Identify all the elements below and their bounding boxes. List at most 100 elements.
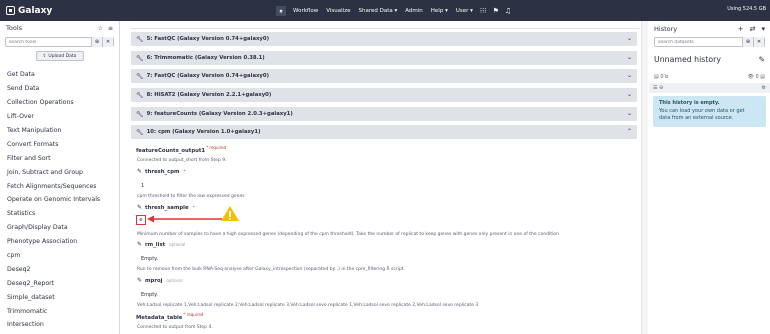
wrench-icon: 🔧︎ <box>136 110 144 118</box>
history-empty-message: This history is empty. You can load your… <box>653 96 766 127</box>
tool-section[interactable]: Trimmomatic <box>0 304 119 318</box>
tool-panel: Tools ☆ ≡ ⊕ ✕ ⇪ Upload Data Get Data Sen… <box>0 21 120 334</box>
tool-section[interactable]: Fetch Alignments/Sequences <box>0 179 119 193</box>
optional-tag: optional <box>169 242 186 247</box>
clear-filter-icon[interactable]: ✕ <box>753 37 764 47</box>
chevron-down-icon: ⌄ <box>626 54 632 61</box>
history-actions: + ⇄ ▾ <box>738 25 765 33</box>
chevron-down-icon: ⌄ <box>626 35 632 42</box>
bell-icon[interactable]: ♫ <box>505 7 511 15</box>
annotation-arrow-icon <box>147 215 222 223</box>
tool-section[interactable]: Get Data <box>0 68 119 82</box>
thresh-sample-help: Minimum number of samples to have a high… <box>137 232 559 237</box>
tool-section[interactable]: Simple_dataset <box>0 290 119 304</box>
tool-section[interactable]: Filter and Sort <box>0 151 119 165</box>
thresh-cpm-field[interactable]: ✎ thresh_cpm * <box>137 168 186 175</box>
external-source-link[interactable]: data from an external source. <box>659 115 760 123</box>
galaxy-brand[interactable]: Galaxy <box>0 6 52 16</box>
center-panel <box>130 21 640 334</box>
empty-text: You can load your own data <box>659 107 729 114</box>
history-title: History <box>654 25 678 33</box>
nav-workflow[interactable]: Workflow <box>292 6 319 16</box>
empty-title: This history is empty. <box>659 100 720 106</box>
tool-section[interactable]: Convert Formats <box>0 137 119 151</box>
nav-admin[interactable]: Admin <box>404 6 424 16</box>
center-scrollbar[interactable] <box>641 21 648 334</box>
tool-section[interactable]: cpm <box>0 249 119 263</box>
workflow-step-7[interactable]: 🔧︎ 7: FastQC (Galaxy Version 0.74+galaxy… <box>131 69 637 83</box>
tool-section[interactable]: Deseq2_Report <box>0 276 119 290</box>
wrench-icon: 🔧︎ <box>136 35 144 43</box>
favorites-icon[interactable]: ☆ <box>98 25 103 32</box>
tool-section[interactable]: Intersection <box>0 318 119 332</box>
nav-help[interactable]: Help ▾ <box>430 6 449 16</box>
history-header: History + ⇄ ▾ <box>649 21 770 34</box>
workflows-icon[interactable]: ≡ <box>108 25 113 32</box>
history-search-input[interactable] <box>655 39 742 45</box>
top-divider <box>131 21 639 29</box>
edit-icon[interactable]: ✎ <box>137 241 142 248</box>
history-size[interactable]: ▤ 0 b <box>654 74 668 80</box>
history-counts[interactable]: 👁︎ 0 ▤ <box>748 74 765 80</box>
history-options-icon[interactable]: ▾ <box>761 25 765 33</box>
tool-section[interactable]: Operate on Genomic Intervals <box>0 193 119 207</box>
advanced-filter-icon[interactable]: ⊕ <box>742 37 753 47</box>
workflow-step-10[interactable]: 🔧︎ 10: cpm (Galaxy Version 1.0+galaxy1) … <box>131 125 637 139</box>
rm-list-field[interactable]: ✎ rm_list optional <box>137 241 185 248</box>
home-icon[interactable] <box>276 5 286 16</box>
workflow-step-5[interactable]: 🔧︎ 5: FastQC (Galaxy Version 0.74+galaxy… <box>131 32 637 46</box>
usage-indicator[interactable]: Using 524.5 GB <box>727 6 766 12</box>
select-items-icon[interactable]: ☰ ⊖ <box>653 85 663 91</box>
notification-flag-icon[interactable]: ⚑ <box>493 7 499 15</box>
tool-section[interactable]: Join, Subtract and Group <box>0 165 119 179</box>
thresh-cpm-value: 1 <box>141 183 145 189</box>
tool-section[interactable]: Text Manipulation <box>0 124 119 138</box>
workflow-step-8[interactable]: 🔧︎ 8: HISAT2 (Galaxy Version 2.2.1+galax… <box>131 88 637 102</box>
tool-section[interactable]: Lift-Over <box>0 110 119 124</box>
load-data-link[interactable]: or get <box>730 108 745 114</box>
wrench-icon: 🔧︎ <box>136 54 144 62</box>
rm-list-help: Run to remove from the bulk RNA-Seq anal… <box>137 267 406 272</box>
advanced-search-icon[interactable]: ⊕ <box>91 37 102 47</box>
create-history-icon[interactable]: + <box>738 25 744 33</box>
featurecounts-input-title: featureCounts_output1* required <box>136 145 226 154</box>
history-panel: History + ⇄ ▾ ⊕ ✕ Unnamed history ✎ ▤ 0 … <box>649 21 770 334</box>
edit-history-icon[interactable]: ✎ <box>758 55 765 64</box>
clear-search-icon[interactable]: ✕ <box>102 37 113 47</box>
workflow-step-9[interactable]: 🔧︎ 9: featureCounts (Galaxy Version 2.0.… <box>131 107 637 121</box>
edit-icon[interactable]: ✎ <box>137 204 142 211</box>
connection-note: Connected to output_short from Step 9. <box>137 158 227 163</box>
chevron-down-icon: ⌄ <box>626 91 632 98</box>
step-label: 5: FastQC (Galaxy Version 0.74+galaxy0) <box>146 36 269 42</box>
thresh-cpm-help: cpm threshold to filter the low expresse… <box>137 194 245 199</box>
workflow-step-6[interactable]: 🔧︎ 6: Trimmomatic (Galaxy Version 0.38.1… <box>131 51 637 65</box>
tool-section[interactable]: Phenotype Association <box>0 235 119 249</box>
step-label: 7: FastQC (Galaxy Version 0.74+galaxy0) <box>146 73 269 79</box>
step-label: 9: featureCounts (Galaxy Version 2.0.3+g… <box>146 111 293 117</box>
galaxy-logo-icon <box>6 6 15 15</box>
tool-section[interactable]: Send Data <box>0 82 119 96</box>
history-count-value: 0 <box>755 74 759 80</box>
tool-panel-header: Tools ☆ ≡ <box>0 21 119 35</box>
thresh-sample-value[interactable]: e <box>136 215 146 225</box>
switch-history-icon[interactable]: ⇄ <box>750 25 756 33</box>
nav-user[interactable]: User ▾ <box>455 6 474 16</box>
history-settings-icon[interactable]: ⚙ <box>762 85 766 91</box>
upload-button[interactable]: ⇪ Upload Data <box>35 51 84 61</box>
mproj-field[interactable]: ✎ mproj optional <box>137 277 183 284</box>
tool-search: ⊕ ✕ <box>5 37 114 47</box>
tool-section[interactable]: Graph/Display Data <box>0 221 119 235</box>
edit-icon[interactable]: ✎ <box>137 277 142 284</box>
edit-icon[interactable]: ✎ <box>137 168 142 175</box>
tool-section[interactable]: Statistics <box>0 207 119 221</box>
tool-section[interactable]: Collection Operations <box>0 96 119 110</box>
tool-section[interactable]: Deseq2 <box>0 262 119 276</box>
nav-shared-data[interactable]: Shared Data ▾ <box>357 6 398 16</box>
nav-visualize[interactable]: Visualize <box>325 6 351 16</box>
tool-search-input[interactable] <box>6 39 91 45</box>
thresh-sample-field[interactable]: ✎ thresh_sample * <box>137 204 195 211</box>
grid-icon[interactable]: ⁝⁝⁝ <box>480 7 487 15</box>
tool-panel-title: Tools <box>6 24 23 32</box>
field-label: thresh_cpm <box>145 168 180 175</box>
field-label: rm_list <box>145 241 166 248</box>
